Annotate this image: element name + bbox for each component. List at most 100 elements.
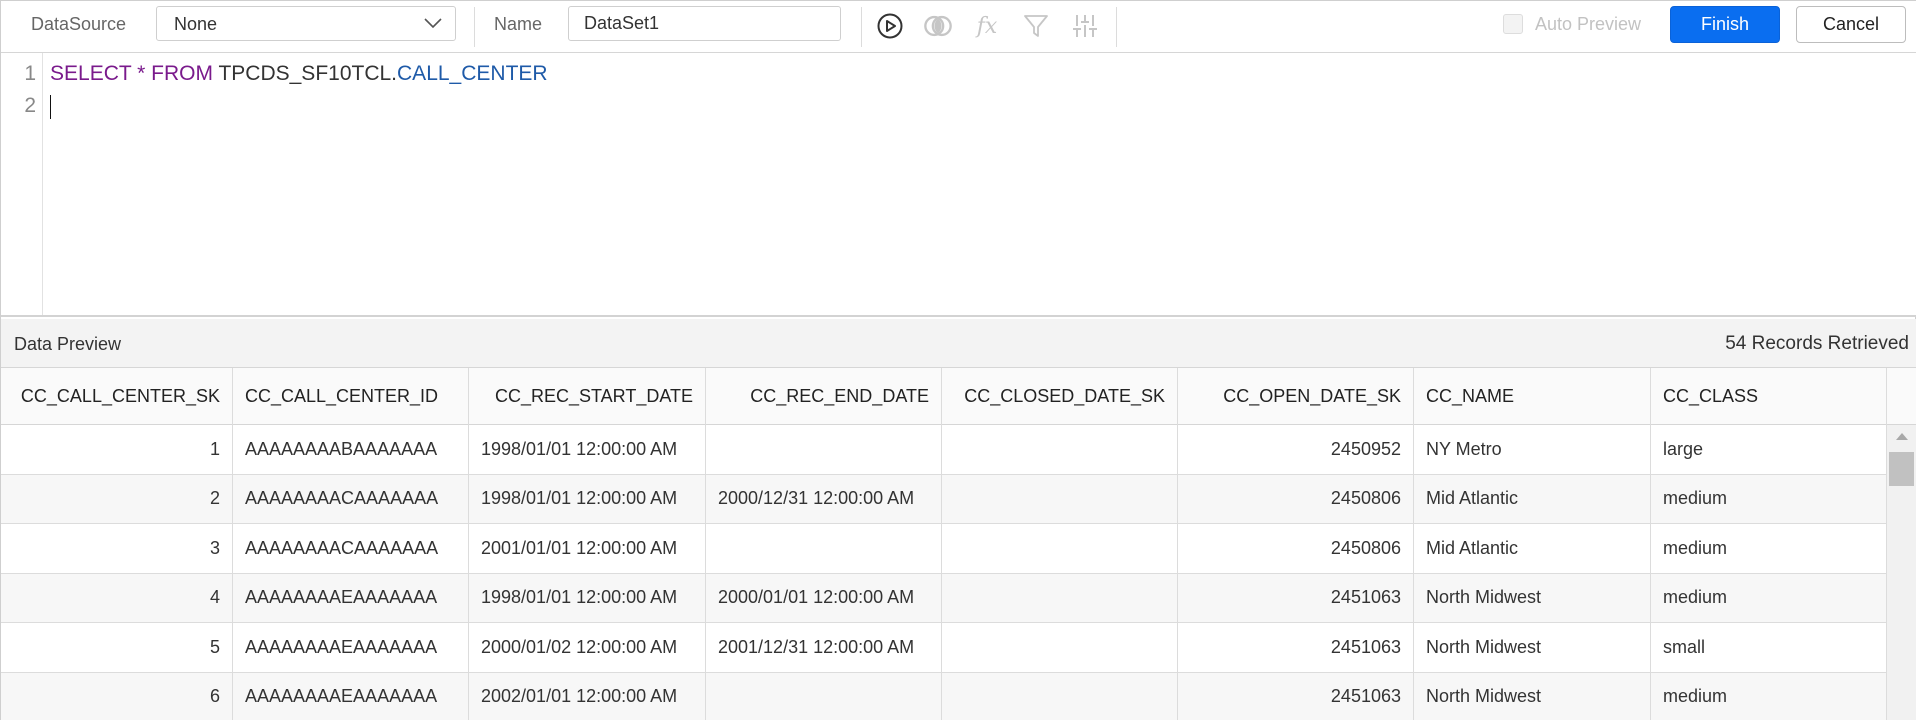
table-cell[interactable]: 2000/01/01 12:00:00 AM: [706, 573, 942, 622]
table-cell[interactable]: [942, 425, 1178, 474]
datasource-dropdown[interactable]: None: [156, 6, 456, 41]
table-cell[interactable]: [942, 474, 1178, 523]
table-cell[interactable]: 1998/01/01 12:00:00 AM: [469, 474, 706, 523]
scroll-thumb[interactable]: [1889, 452, 1914, 486]
divider: [1116, 7, 1117, 47]
column-header[interactable]: CC_CLASS: [1651, 368, 1887, 425]
table-cell[interactable]: AAAAAAAABAAAAAAA: [233, 425, 469, 474]
column-header[interactable]: CC_REC_END_DATE: [706, 368, 942, 425]
table-cell[interactable]: North Midwest: [1414, 623, 1651, 672]
table-cell[interactable]: 2451063: [1178, 623, 1414, 672]
table-cell[interactable]: 5: [1, 623, 233, 672]
table-row[interactable]: 5 AAAAAAAAEAAAAAAA 2000/01/02 12:00:00 AM 2…: [1, 623, 1887, 673]
code-line: SELECT * FROM TPCDS_SF10TCL.CALL_CENTER: [50, 62, 548, 86]
divider: [861, 7, 862, 47]
table-cell[interactable]: [706, 672, 942, 720]
table-row[interactable]: 1 AAAAAAAABAAAAAAA 1998/01/01 12:00:00 AM 2…: [1, 425, 1887, 475]
join-icon: [924, 15, 952, 37]
table-cell[interactable]: [942, 524, 1178, 573]
table-name: CALL_CENTER: [397, 62, 548, 85]
table-row[interactable]: 6 AAAAAAAAEAAAAAAA 2002/01/01 12:00:00 AM 2…: [1, 672, 1887, 720]
table-cell[interactable]: AAAAAAAAEAAAAAAA: [233, 573, 469, 622]
column-header[interactable]: CC_NAME: [1414, 368, 1651, 425]
filter-button[interactable]: [1021, 11, 1051, 41]
table-cell[interactable]: medium: [1651, 474, 1887, 523]
column-header[interactable]: CC_CALL_CENTER_SK: [1, 368, 233, 425]
column-header[interactable]: CC_REC_START_DATE: [469, 368, 706, 425]
data-preview-header: Data Preview 54 Records Retrieved: [1, 319, 1916, 368]
join-button[interactable]: [923, 11, 953, 41]
table-cell[interactable]: 3: [1, 524, 233, 573]
line-number: 1: [24, 62, 36, 85]
auto-preview-checkbox[interactable]: [1503, 14, 1523, 34]
table-cell[interactable]: small: [1651, 623, 1887, 672]
table-cell[interactable]: 2451063: [1178, 573, 1414, 622]
column-header[interactable]: CC_OPEN_DATE_SK: [1178, 368, 1414, 425]
run-icon: [877, 13, 903, 39]
datasource-value: None: [174, 14, 218, 34]
data-preview-title: Data Preview: [14, 334, 122, 354]
keyword-from: FROM: [151, 62, 213, 85]
line-number: 2: [24, 94, 36, 117]
table-cell[interactable]: [706, 524, 942, 573]
records-count: 54 Records Retrieved: [1725, 333, 1909, 354]
table-row[interactable]: 2 AAAAAAAACAAAAAAA 1998/01/01 12:00:00 AM 2…: [1, 474, 1887, 524]
table-cell[interactable]: 2001/01/01 12:00:00 AM: [469, 524, 706, 573]
table-cell[interactable]: North Midwest: [1414, 672, 1651, 720]
table-cell[interactable]: medium: [1651, 573, 1887, 622]
text-cursor: [50, 95, 51, 119]
table-cell[interactable]: AAAAAAAAEAAAAAAA: [233, 672, 469, 720]
table-cell[interactable]: [706, 425, 942, 474]
table-cell[interactable]: 2001/12/31 12:00:00 AM: [706, 623, 942, 672]
table-cell[interactable]: 2000/12/31 12:00:00 AM: [706, 474, 942, 523]
finish-button[interactable]: Finish: [1670, 6, 1780, 43]
filter-icon: [1024, 15, 1048, 37]
table-cell[interactable]: 2000/01/02 12:00:00 AM: [469, 623, 706, 672]
table-cell[interactable]: 2450806: [1178, 474, 1414, 523]
name-label: Name: [494, 14, 543, 34]
table-cell[interactable]: Mid Atlantic: [1414, 474, 1651, 523]
table-cell[interactable]: 2002/01/01 12:00:00 AM: [469, 672, 706, 720]
table-cell[interactable]: medium: [1651, 524, 1887, 573]
table-row[interactable]: 3 AAAAAAAACAAAAAAA 2001/01/01 12:00:00 AM 2…: [1, 524, 1887, 574]
table-cell[interactable]: AAAAAAAACAAAAAAA: [233, 524, 469, 573]
parameters-button[interactable]: [1070, 11, 1100, 41]
parameters-icon: [1073, 15, 1097, 37]
table-cell[interactable]: 4: [1, 573, 233, 622]
line-number-gutter: 1 2: [1, 53, 43, 315]
expression-button[interactable]: fx: [972, 11, 1002, 41]
table-cell[interactable]: 1998/01/01 12:00:00 AM: [469, 425, 706, 474]
table-cell[interactable]: AAAAAAAAEAAAAAAA: [233, 623, 469, 672]
table-cell[interactable]: [942, 573, 1178, 622]
table-cell[interactable]: [942, 623, 1178, 672]
dataset-name-input[interactable]: [568, 6, 841, 41]
table-cell[interactable]: 2450952: [1178, 425, 1414, 474]
scroll-up-icon[interactable]: [1896, 433, 1908, 440]
toolbar: DataSource None Name fx Auto Preview Fin…: [1, 1, 1916, 53]
table-cell[interactable]: AAAAAAAACAAAAAAA: [233, 474, 469, 523]
table-cell[interactable]: large: [1651, 425, 1887, 474]
column-header[interactable]: CC_CALL_CENTER_ID: [233, 368, 469, 425]
table-cell[interactable]: NY Metro: [1414, 425, 1651, 474]
datasource-label: DataSource: [31, 14, 127, 34]
table-cell[interactable]: North Midwest: [1414, 573, 1651, 622]
keyword-select: SELECT: [50, 62, 132, 85]
chevron-down-icon: [424, 18, 442, 29]
cancel-button[interactable]: Cancel: [1796, 6, 1906, 43]
vertical-scrollbar[interactable]: [1887, 425, 1916, 720]
divider: [474, 7, 475, 47]
table-cell[interactable]: 1998/01/01 12:00:00 AM: [469, 573, 706, 622]
column-header[interactable]: CC_CLOSED_DATE_SK: [942, 368, 1178, 425]
table-cell[interactable]: medium: [1651, 672, 1887, 720]
table-cell[interactable]: [942, 672, 1178, 720]
table-cell[interactable]: 1: [1, 425, 233, 474]
table-cell[interactable]: 6: [1, 672, 233, 720]
table-cell[interactable]: Mid Atlantic: [1414, 524, 1651, 573]
table-row[interactable]: 4 AAAAAAAAEAAAAAAA 1998/01/01 12:00:00 AM 2…: [1, 573, 1887, 623]
table-cell[interactable]: 2: [1, 474, 233, 523]
table-cell[interactable]: 2450806: [1178, 524, 1414, 573]
table-cell[interactable]: 2451063: [1178, 672, 1414, 720]
data-grid: CC_CALL_CENTER_SK CC_CALL_CENTER_ID CC_REC…: [1, 368, 1916, 720]
run-query-button[interactable]: [875, 11, 905, 41]
sql-editor[interactable]: 1 2 SELECT * FROM TPCDS_SF10TCL.CALL_CEN…: [1, 53, 1916, 317]
